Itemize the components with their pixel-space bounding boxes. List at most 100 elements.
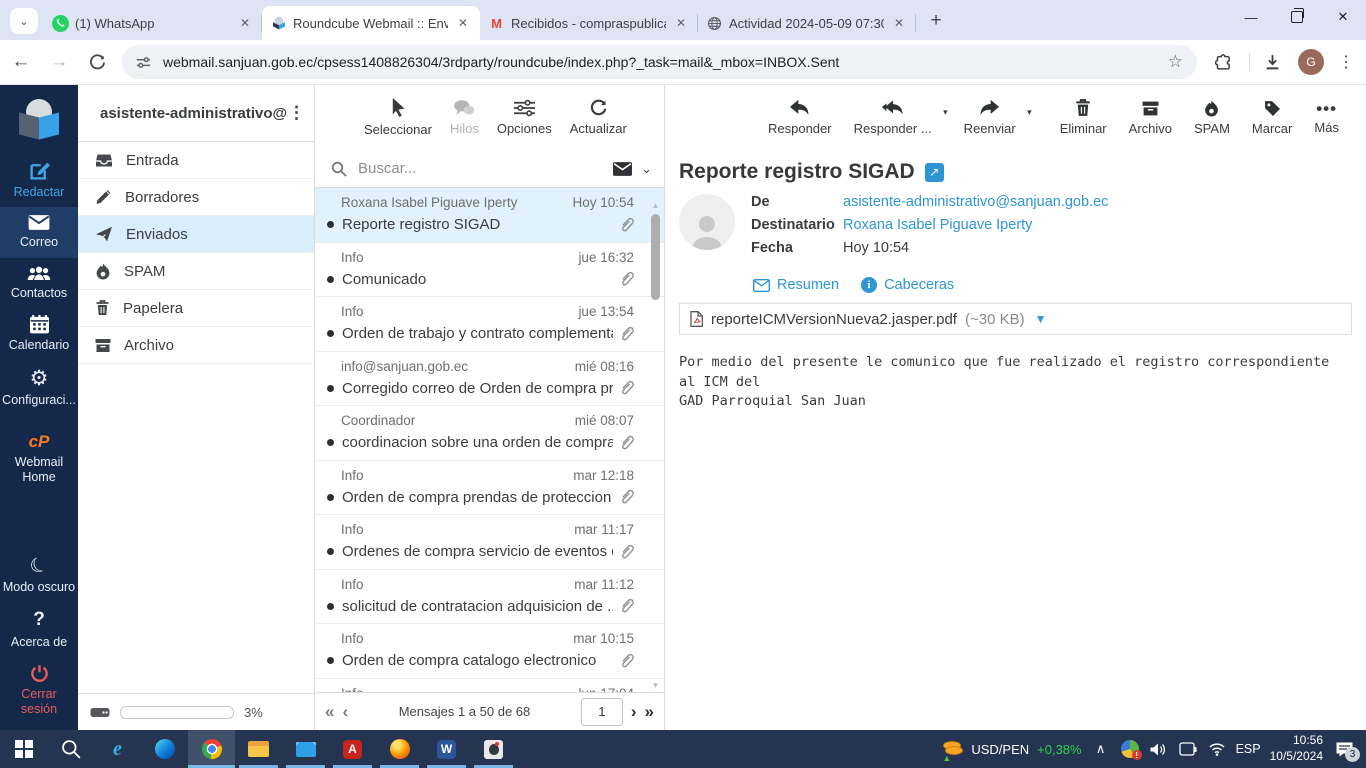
taskbar-edge-button[interactable]	[141, 730, 188, 768]
more-button[interactable]: ••• Más	[1305, 100, 1348, 135]
tab-search-button[interactable]: ⌄	[10, 8, 38, 34]
tab-close-icon[interactable]: ✕	[890, 14, 908, 32]
window-close-button[interactable]: ✕	[1320, 0, 1366, 34]
summary-link[interactable]: Resumen	[753, 277, 839, 293]
folder-trash[interactable]: Papelera	[78, 290, 314, 327]
folder-drafts[interactable]: Borradores	[78, 179, 314, 216]
tab-actividad[interactable]: Actividad 2024-05-09 07:30:00 ✕	[698, 6, 916, 40]
message-row[interactable]: Infolun 17:04	[315, 679, 664, 693]
message-row[interactable]: Info jue 13:54 Orden de trabajo y contrat…	[315, 297, 664, 352]
taskbar-firefox-button[interactable]	[376, 730, 423, 768]
sidebar-item-webmail-home[interactable]: cP Webmail Home	[0, 425, 78, 492]
reload-button[interactable]	[80, 45, 114, 79]
message-row[interactable]: Info mar 11:12 solicitud de contratacion …	[315, 570, 664, 624]
antivirus-tray-icon[interactable]: !	[1120, 738, 1142, 760]
forward-button[interactable]: Reenviar ▾	[955, 99, 1032, 136]
last-page-icon[interactable]: »	[645, 702, 654, 722]
search-scope-mail-icon[interactable]	[613, 161, 633, 176]
delete-button[interactable]: Eliminar	[1051, 99, 1116, 136]
attachment-menu-caret-icon[interactable]: ▼	[1035, 312, 1047, 326]
window-minimize-button[interactable]: —	[1228, 0, 1274, 34]
to-address-link[interactable]: Roxana Isabel Piguave Iperty	[843, 217, 1032, 233]
new-tab-button[interactable]: +	[922, 7, 950, 35]
sidebar-item-calendar[interactable]: Calendario	[0, 308, 78, 360]
taskbar-mail-button[interactable]	[282, 730, 329, 768]
select-button[interactable]: Seleccionar	[355, 98, 441, 137]
downloads-icon[interactable]	[1256, 46, 1288, 78]
headers-link[interactable]: i Cabeceras	[861, 277, 954, 293]
tab-close-icon[interactable]: ✕	[236, 14, 254, 32]
tab-close-icon[interactable]: ✕	[454, 14, 472, 32]
sidebar-item-settings[interactable]: ⚙ Configuraci...	[0, 361, 78, 415]
external-link-icon[interactable]: ↗	[924, 162, 944, 182]
from-address-link[interactable]: asistente-administrativo@sanjuan.gob.ec	[843, 194, 1108, 210]
volume-icon[interactable]	[1149, 738, 1169, 760]
list-scrollbar[interactable]: ▲ ▼	[649, 201, 662, 691]
folder-sent[interactable]: Enviados	[78, 216, 314, 253]
search-input[interactable]	[356, 159, 605, 178]
tab-roundcube[interactable]: Roundcube Webmail :: Enviados ✕	[262, 6, 480, 40]
message-row[interactable]: Roxana Isabel Piguave Iperty Hoy 10:54 Re…	[315, 188, 664, 243]
sidebar-item-contacts[interactable]: Contactos	[0, 258, 78, 308]
back-button[interactable]: ←	[4, 45, 38, 79]
taskbar-ie-button[interactable]: e	[94, 730, 141, 768]
taskbar-search-button[interactable]	[47, 730, 94, 768]
tab-gmail[interactable]: M Recibidos - compraspublicasga ✕	[480, 6, 698, 40]
bookmark-star-icon[interactable]: ☆	[1168, 52, 1183, 72]
message-row[interactable]: Info mar 12:18 Orden de compra prendas de…	[315, 461, 664, 515]
reply-all-button[interactable]: Responder ... ▾	[845, 99, 948, 136]
scrollbar-thumb[interactable]	[651, 214, 660, 300]
message-row[interactable]: Info mar 11:17 Ordenes de compra servicio…	[315, 515, 664, 570]
message-row[interactable]: info@sanjuan.gob.ec mié 08:16 Corregido c…	[315, 352, 664, 406]
site-info-icon[interactable]	[136, 55, 151, 70]
page-input[interactable]	[580, 697, 623, 726]
profile-avatar[interactable]: G	[1298, 49, 1324, 75]
taskbar-clock[interactable]: 10:56 10/5/2024	[1270, 733, 1323, 764]
tab-whatsapp[interactable]: (1) WhatsApp ✕	[44, 6, 262, 40]
search-options-chevron-icon[interactable]: ⌄	[641, 161, 652, 177]
chevron-down-icon[interactable]: ▾	[1027, 107, 1032, 118]
extensions-icon[interactable]	[1207, 46, 1239, 78]
archive-button[interactable]: Archivo	[1120, 100, 1181, 136]
folder-spam[interactable]: SPAM	[78, 253, 314, 290]
window-restore-button[interactable]	[1274, 0, 1320, 34]
language-indicator[interactable]: ESP	[1236, 742, 1261, 756]
account-menu-icon[interactable]: ⋮	[288, 103, 306, 123]
wifi-icon[interactable]	[1207, 738, 1227, 760]
tray-expand-chevron-icon[interactable]: ∧	[1091, 738, 1111, 760]
threads-button[interactable]: Hilos	[441, 99, 488, 136]
folder-inbox[interactable]: Entrada	[78, 142, 314, 179]
spam-button[interactable]: SPAM	[1185, 100, 1239, 136]
sidebar-item-compose[interactable]: Redactar	[0, 153, 78, 207]
mark-button[interactable]: Marcar	[1243, 100, 1301, 136]
taskbar-acrobat-button[interactable]: A	[329, 730, 376, 768]
message-row[interactable]: Coordinador mié 08:07 coordinacion sobre …	[315, 406, 664, 461]
refresh-button[interactable]: Actualizar	[561, 99, 636, 136]
start-button[interactable]	[0, 730, 47, 768]
sidebar-item-dark-mode[interactable]: ☾ Modo oscuro	[0, 549, 78, 602]
browser-menu-icon[interactable]: ⋮	[1330, 46, 1362, 78]
device-icon[interactable]	[1178, 738, 1198, 760]
message-row[interactable]: Info jue 16:32 Comunicado	[315, 243, 664, 297]
folder-archive[interactable]: Archivo	[78, 327, 314, 364]
taskbar-explorer-button[interactable]	[235, 730, 282, 768]
options-button[interactable]: Opciones	[488, 99, 561, 136]
taskbar-chrome-button[interactable]	[188, 730, 235, 768]
next-page-icon[interactable]: ›	[631, 702, 637, 722]
tab-close-icon[interactable]: ✕	[672, 14, 690, 32]
url-field[interactable]: webmail.sanjuan.gob.ec/cpsess1408826304/…	[122, 45, 1197, 79]
message-row[interactable]: Info mar 10:15 Orden de compra catalogo e…	[315, 624, 664, 679]
currency-ticker[interactable]: ▲ USD/PEN +0,38%	[941, 739, 1082, 763]
reply-button[interactable]: Responder	[759, 99, 841, 136]
sidebar-item-mail[interactable]: Correo	[0, 207, 78, 258]
first-page-icon[interactable]: «	[325, 702, 334, 722]
sidebar-item-about[interactable]: ? Acerca de	[0, 602, 78, 657]
taskbar-java-button[interactable]	[470, 730, 517, 768]
notification-center-button[interactable]: 3	[1332, 738, 1360, 762]
forward-button[interactable]: →	[42, 45, 76, 79]
prev-page-icon[interactable]: ‹	[342, 702, 348, 722]
scroll-up-icon[interactable]: ▲	[652, 201, 660, 211]
attachment-bar[interactable]: reporteICMVersionNueva2.jasper.pdf (~30 …	[679, 303, 1352, 335]
scroll-down-icon[interactable]: ▼	[652, 681, 660, 691]
sidebar-item-logout[interactable]: Cerrar sesión	[0, 657, 78, 724]
